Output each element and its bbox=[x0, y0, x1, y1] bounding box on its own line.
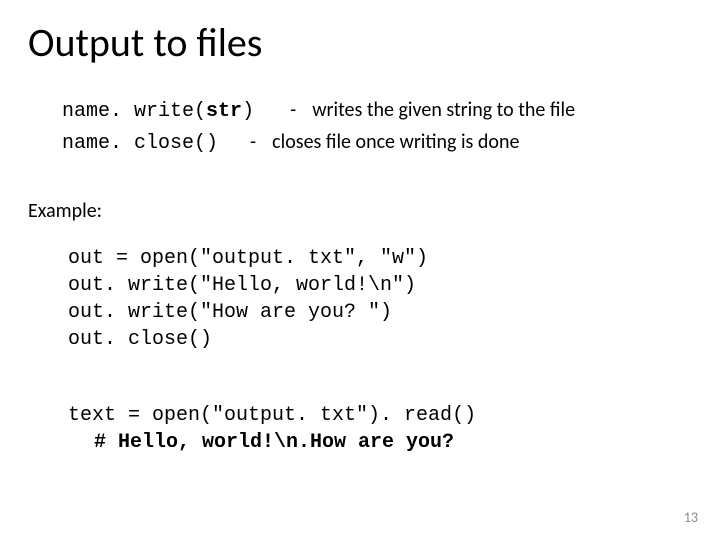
code-block-1: out = open("output. txt", "w") out. writ… bbox=[68, 245, 692, 353]
api-close-fn: close() bbox=[122, 132, 218, 155]
page-title: Output to files bbox=[28, 18, 692, 67]
code2-line2: # Hello, world!\n.How are you? bbox=[94, 431, 454, 454]
slide: Output to files name. write(str)-writes … bbox=[0, 0, 720, 540]
api-write-prefix: name bbox=[62, 100, 110, 123]
example-label: Example: bbox=[28, 199, 692, 223]
api-close-prefix: name bbox=[62, 132, 110, 155]
api-close-dot: . bbox=[110, 132, 122, 155]
api-close-row: name. close() -closes file once writing i… bbox=[62, 127, 692, 159]
api-write-dot: . bbox=[110, 100, 122, 123]
code-block-2: text = open("output. txt"). read() # Hel… bbox=[68, 375, 692, 456]
dash-icon: - bbox=[290, 98, 296, 122]
dash-icon: - bbox=[250, 130, 256, 154]
api-write-arg: str bbox=[206, 100, 242, 123]
page-number: 13 bbox=[684, 509, 698, 526]
api-write-row: name. write(str) -writes the given string… bbox=[62, 95, 692, 127]
api-write-fn: write( bbox=[122, 100, 206, 123]
api-list: name. write(str)-writes the given string… bbox=[62, 95, 692, 159]
api-close-desc: closes file once writing is done bbox=[272, 130, 519, 154]
code2-line1: text = open("output. txt"). read() bbox=[68, 404, 476, 427]
api-write-close: ) bbox=[242, 100, 254, 123]
api-write-desc: writes the given string to the file bbox=[312, 98, 575, 122]
